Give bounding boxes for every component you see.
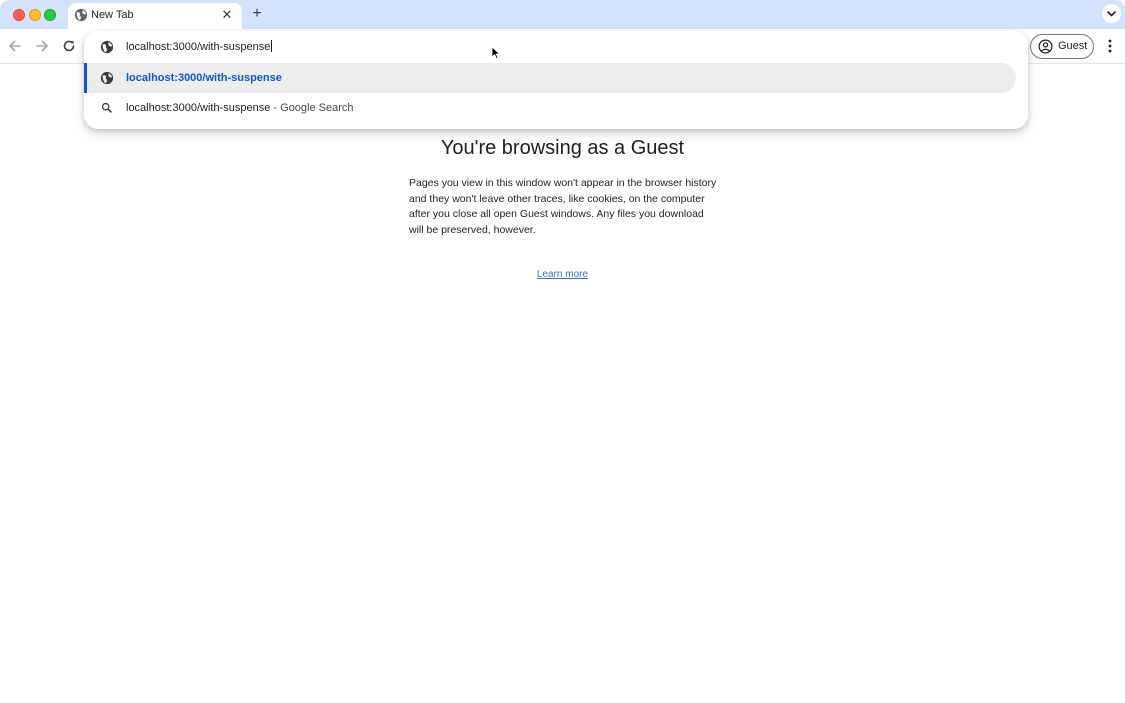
text-caret: [271, 40, 273, 52]
browser-window: New Tab ✕ + Guest localhost:3000/with-su…: [0, 0, 1125, 703]
profile-label: Guest: [1058, 40, 1088, 52]
omnibox-input[interactable]: localhost:3000/with-suspense: [84, 31, 1028, 62]
close-tab-icon[interactable]: ✕: [218, 6, 236, 24]
tab-search-button[interactable]: [1102, 4, 1121, 23]
omnibox-dropdown: localhost:3000/with-suspense localhost:3…: [84, 31, 1028, 129]
forward-arrow-icon[interactable]: [33, 37, 51, 55]
reload-icon[interactable]: [60, 37, 78, 55]
suggestion-search-text: localhost:3000/with-suspense - Google Se…: [126, 102, 353, 114]
suggestion-separator: -: [270, 102, 281, 114]
tab-strip: New Tab ✕ +: [0, 0, 1125, 29]
back-arrow-icon[interactable]: [6, 37, 24, 55]
chevron-down-icon: [1107, 11, 1116, 17]
guest-page: You're browsing as a Guest Pages you vie…: [0, 65, 1125, 703]
learn-more-link[interactable]: Learn more: [0, 269, 1125, 280]
omnibox-text[interactable]: localhost:3000/with-suspense: [126, 40, 273, 53]
globe-icon: [100, 71, 114, 85]
suggestion-url[interactable]: localhost:3000/with-suspense: [84, 63, 1016, 93]
profile-guest-button[interactable]: Guest: [1030, 34, 1094, 59]
more-vert-icon[interactable]: [1102, 37, 1118, 55]
globe-icon: [74, 8, 88, 22]
close-window-button[interactable]: [13, 9, 25, 21]
omnibox-value: localhost:3000/with-suspense: [126, 41, 271, 53]
account-circle-icon: [1038, 39, 1053, 54]
tab-title: New Tab: [91, 9, 134, 21]
suggestion-query: localhost:3000/with-suspense: [126, 102, 271, 114]
search-icon: [101, 102, 112, 113]
suggestion-search[interactable]: localhost:3000/with-suspense - Google Se…: [84, 93, 1016, 123]
page-title: You're browsing as a Guest: [440, 137, 685, 159]
suggestion-url-text: localhost:3000/with-suspense: [126, 72, 282, 84]
minimize-window-button[interactable]: [29, 9, 41, 21]
new-tab-button[interactable]: +: [248, 5, 266, 23]
globe-icon: [100, 40, 114, 54]
zoom-window-button[interactable]: [44, 9, 56, 21]
tab-new-tab[interactable]: New Tab ✕: [68, 3, 242, 29]
suggestion-provider: Google Search: [280, 102, 354, 114]
mouse-pointer-icon: [491, 46, 500, 59]
guest-description: Pages you view in this window won't appe…: [409, 177, 717, 236]
